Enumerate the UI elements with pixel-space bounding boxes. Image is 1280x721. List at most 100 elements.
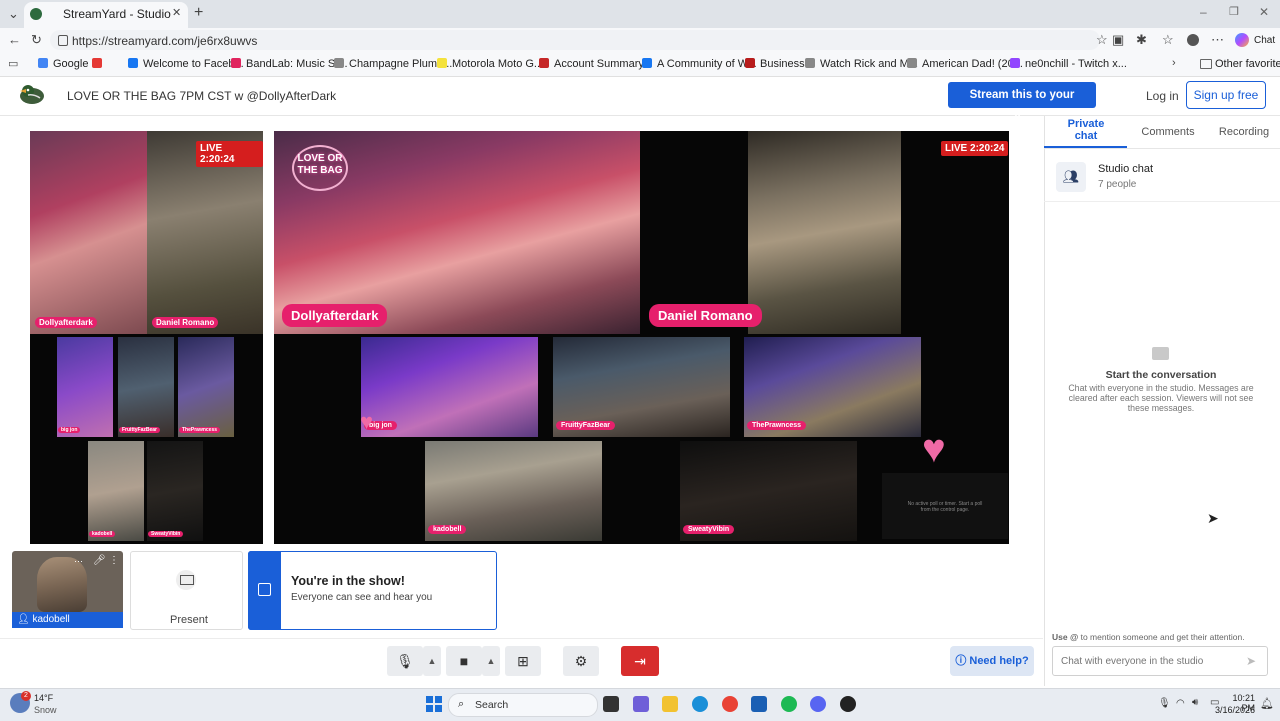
leave-studio-button[interactable]: ⇥ bbox=[621, 646, 659, 676]
heart-icon: ♥ bbox=[360, 409, 374, 434]
stream-to-audience-button[interactable]: Stream this to your audience bbox=[948, 82, 1096, 127]
favorite-item[interactable]: American Dad! (20... bbox=[907, 58, 1023, 70]
store-icon[interactable] bbox=[751, 696, 767, 712]
camera-icon[interactable]: ▣ bbox=[1112, 32, 1124, 48]
poll-placeholder: No active poll or timer. Start a poll fr… bbox=[882, 473, 1008, 539]
preview-nametag: FruittyFazBear bbox=[119, 427, 161, 433]
task-view-icon[interactable] bbox=[603, 696, 619, 712]
favorite-item[interactable]: Google bbox=[38, 58, 88, 70]
favorite-item[interactable]: Watch Rick and M... bbox=[805, 58, 918, 70]
share-screen-button[interactable]: ⊞ bbox=[505, 646, 541, 676]
favorite-item[interactable]: Champagne Plumb... bbox=[334, 58, 452, 70]
copilot-icon[interactable] bbox=[1235, 33, 1249, 47]
tab-private-chat[interactable]: Private chat bbox=[1055, 118, 1117, 142]
minimize-icon[interactable]: – bbox=[1200, 5, 1207, 19]
chat-label[interactable]: Chat bbox=[1254, 35, 1275, 46]
person-icon: 👤︎ bbox=[17, 614, 30, 625]
tab-recording[interactable]: Recording bbox=[1216, 126, 1272, 138]
site-info-icon[interactable] bbox=[58, 35, 68, 46]
maximize-icon[interactable]: ❐ bbox=[1229, 5, 1239, 18]
settings-gear-icon[interactable]: ⚙ bbox=[563, 646, 599, 676]
mention-hint: Use @ to mention someone and get their a… bbox=[1052, 632, 1245, 642]
mic-button[interactable]: 🎙︎ bbox=[387, 646, 423, 676]
volume-icon[interactable]: 🔊︎ bbox=[1192, 697, 1198, 708]
wifi-icon[interactable]: ◠ bbox=[1176, 698, 1185, 709]
favorite-icon bbox=[805, 58, 815, 68]
need-help-button[interactable]: ⓘ Need help? bbox=[950, 646, 1034, 676]
chrome-icon[interactable] bbox=[722, 696, 738, 712]
favorite-label: Business bbox=[760, 58, 805, 70]
preview-guest-video bbox=[178, 337, 234, 437]
group-icon: 👥︎ bbox=[1056, 162, 1086, 192]
preview-nametag: SweatyVibin bbox=[148, 531, 184, 537]
spotify-icon[interactable] bbox=[781, 696, 797, 712]
discord-icon[interactable] bbox=[810, 696, 826, 712]
preview-guest-video bbox=[147, 441, 203, 541]
favorite-icon bbox=[1010, 58, 1020, 68]
person-card-icon bbox=[258, 583, 271, 596]
favorite-label: Motorola Moto G... bbox=[452, 58, 544, 70]
file-explorer-icon[interactable] bbox=[662, 696, 678, 712]
tab-list-chevron-icon[interactable]: ⌄ bbox=[8, 6, 19, 22]
teams-icon[interactable] bbox=[633, 696, 649, 712]
preview-nametag: Daniel Romano bbox=[152, 317, 219, 328]
self-options-icon[interactable]: ⋮ bbox=[109, 555, 119, 566]
close-window-icon[interactable]: ✕ bbox=[1259, 5, 1269, 19]
app-icon[interactable] bbox=[840, 696, 856, 712]
windows-start-icon[interactable] bbox=[426, 696, 442, 712]
new-tab-button[interactable]: + bbox=[194, 4, 203, 22]
drag-handle-icon[interactable]: ⋯ bbox=[74, 556, 83, 567]
guest-nametag: ThePrawncess bbox=[747, 421, 807, 430]
favorite-item[interactable] bbox=[92, 58, 107, 70]
favorite-label: American Dad! (20... bbox=[922, 58, 1023, 70]
notification-bell-icon[interactable]: 🔔︎ bbox=[1260, 697, 1274, 710]
mic-options-chevron-icon[interactable]: ▲ bbox=[423, 646, 441, 676]
preview-live-badge: LIVE 2:20:24 bbox=[196, 141, 263, 167]
favorite-icon bbox=[92, 58, 102, 68]
preview-guest-video bbox=[118, 337, 174, 437]
studio-chat-title[interactable]: Studio chat bbox=[1098, 163, 1153, 175]
back-icon[interactable]: ← bbox=[8, 32, 21, 47]
favorite-star-icon[interactable]: ☆ bbox=[1096, 32, 1108, 48]
other-favorites[interactable]: Other favorites bbox=[1215, 58, 1280, 70]
favorites-icon[interactable]: ☆ bbox=[1162, 32, 1174, 48]
more-menu-icon[interactable]: ⋯ bbox=[1211, 32, 1224, 48]
preview-nametag: ThePrawncess bbox=[179, 427, 221, 433]
favorite-item[interactable]: Account Summary... bbox=[539, 58, 652, 70]
conversation-text: Chat with everyone in the studio. Messag… bbox=[1068, 383, 1254, 413]
favorite-label: A Community of W... bbox=[657, 58, 757, 70]
weather-badge: 2 bbox=[21, 691, 31, 701]
live-badge: LIVE 2:20:24 bbox=[941, 141, 1009, 156]
favorites-overflow-icon[interactable]: › bbox=[1172, 57, 1176, 69]
extensions-icon[interactable]: ✱ bbox=[1136, 32, 1147, 48]
clock-date[interactable]: 3/16/2026 bbox=[1211, 705, 1255, 715]
profile-icon[interactable] bbox=[1187, 34, 1199, 46]
camera-options-chevron-icon[interactable]: ▲ bbox=[482, 646, 500, 676]
send-icon[interactable]: ➤ bbox=[1246, 654, 1256, 668]
chat-input[interactable] bbox=[1052, 646, 1268, 676]
favorite-icon bbox=[539, 58, 549, 68]
studio-chat-count: 7 people bbox=[1098, 179, 1137, 190]
camera-button[interactable]: ■ bbox=[446, 646, 482, 676]
favorite-item[interactable]: Welcome to Faceb... bbox=[128, 58, 244, 70]
favorite-item[interactable]: ne0nchill - Twitch x... bbox=[1010, 58, 1127, 70]
tab-comments[interactable]: Comments bbox=[1140, 126, 1196, 138]
favorite-item[interactable]: Business bbox=[745, 58, 805, 70]
layout-preview[interactable]: LIVE 2:20:24 Dollyafterdark Daniel Roman… bbox=[30, 131, 263, 544]
login-link[interactable]: Log in bbox=[1146, 89, 1179, 103]
reload-icon[interactable]: ↻ bbox=[31, 32, 42, 48]
favorite-item[interactable]: Motorola Moto G... bbox=[437, 58, 543, 70]
edge-icon[interactable] bbox=[692, 696, 708, 712]
self-mic-icon[interactable]: 🎤︎ bbox=[93, 555, 106, 566]
taskbar-search[interactable]: ⌕ Search bbox=[448, 693, 598, 717]
signup-button[interactable]: Sign up free bbox=[1186, 81, 1266, 109]
mic-tray-icon[interactable]: 🎙︎ bbox=[1158, 698, 1171, 709]
mouse-cursor-icon: ➤ bbox=[1207, 510, 1219, 526]
preview-nametag: kadobell bbox=[89, 531, 116, 537]
favorite-item[interactable]: A Community of W... bbox=[642, 58, 757, 70]
tab-actions-icon[interactable]: ▭ bbox=[8, 57, 18, 70]
close-tab-icon[interactable]: ✕ bbox=[172, 6, 181, 19]
search-icon: ⌕ bbox=[458, 698, 465, 710]
favorite-item[interactable]: BandLab: Music St... bbox=[231, 58, 348, 70]
guest-nametag: kadobell bbox=[428, 525, 467, 534]
